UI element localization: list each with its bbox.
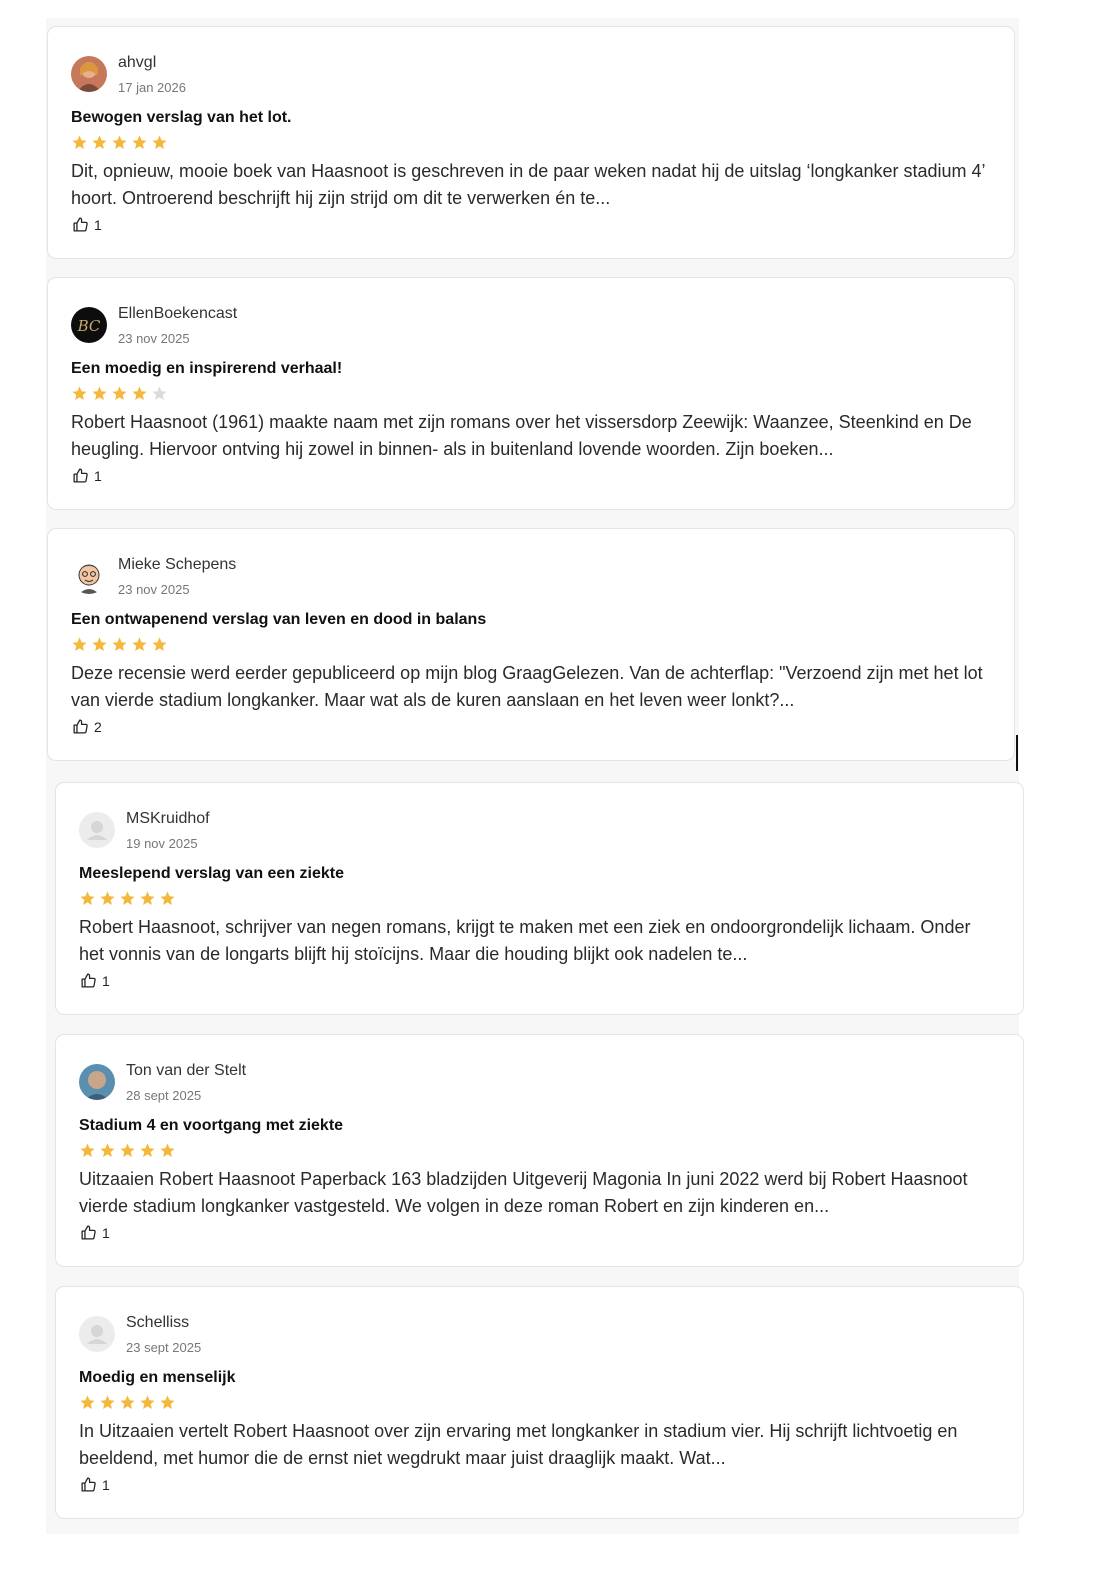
star-filled-icon [160, 891, 175, 906]
thumbs-up-icon [81, 1225, 96, 1240]
like-count: 1 [102, 972, 110, 989]
star-filled-icon [92, 386, 107, 401]
star-filled-icon [140, 1143, 155, 1158]
thumbs-up-icon [81, 1477, 96, 1492]
star-filled-icon [140, 1395, 155, 1410]
review-card: BC EllenBoekencast 23 nov 2025 Een moedi… [47, 277, 1015, 510]
star-filled-icon [160, 1143, 175, 1158]
review-title[interactable]: Moedig en menselijk [79, 1369, 235, 1387]
star-filled-icon [112, 386, 127, 401]
star-filled-icon [72, 637, 87, 652]
star-rating [71, 385, 168, 402]
star-filled-icon [152, 637, 167, 652]
user-photo-icon[interactable] [79, 1064, 115, 1100]
star-filled-icon [132, 637, 147, 652]
star-filled-icon [100, 891, 115, 906]
like-button[interactable]: 2 [72, 718, 102, 735]
review-title[interactable]: Een moedig en inspirerend verhaal! [71, 360, 342, 378]
text-cursor [1016, 735, 1018, 771]
star-filled-icon [92, 637, 107, 652]
review-date: 28 sept 2025 [126, 1088, 202, 1103]
review-card: Schelliss 23 sept 2025 Moedig en menseli… [55, 1286, 1024, 1519]
cartoon-avatar-icon[interactable] [71, 558, 107, 594]
star-filled-icon [112, 637, 127, 652]
star-rating [71, 134, 168, 151]
review-title[interactable]: Meeslepend verslag van een ziekte [79, 865, 344, 883]
like-count: 1 [94, 216, 102, 233]
like-button[interactable]: 1 [80, 972, 110, 989]
star-filled-icon [100, 1395, 115, 1410]
like-count: 1 [102, 1476, 110, 1493]
review-body: Dit, opnieuw, mooie boek van Haasnoot is… [71, 161, 985, 208]
like-count: 1 [94, 467, 102, 484]
default-avatar-icon[interactable] [79, 812, 115, 848]
like-button[interactable]: 1 [72, 467, 102, 484]
star-filled-icon [120, 1143, 135, 1158]
review-author[interactable]: Ton van der Stelt [126, 1062, 246, 1080]
default-avatar-icon[interactable] [79, 1316, 115, 1352]
star-empty-icon [152, 386, 167, 401]
review-date: 23 nov 2025 [118, 331, 190, 346]
like-button[interactable]: 1 [80, 1476, 110, 1493]
star-filled-icon [140, 891, 155, 906]
star-filled-icon [160, 1395, 175, 1410]
star-filled-icon [120, 1395, 135, 1410]
review-title[interactable]: Een ontwapenend verslag van leven en doo… [71, 611, 486, 629]
review-author[interactable]: Mieke Schepens [118, 556, 236, 574]
star-filled-icon [72, 135, 87, 150]
review-card: Ton van der Stelt 28 sept 2025 Stadium 4… [55, 1034, 1024, 1267]
thumbs-up-icon [81, 973, 96, 988]
review-card: ahvgl 17 jan 2026 Bewogen verslag van he… [47, 26, 1015, 259]
review-body: Robert Haasnoot, schrijver van negen rom… [79, 917, 971, 964]
user-photo-icon[interactable] [71, 56, 107, 92]
svg-text:BC: BC [77, 317, 101, 335]
bc-logo-icon[interactable]: BC [71, 307, 107, 343]
thumbs-up-icon [73, 468, 88, 483]
review-card: Mieke Schepens 23 nov 2025 Een ontwapene… [47, 528, 1015, 761]
star-filled-icon [112, 135, 127, 150]
star-rating [79, 1394, 176, 1411]
review-body: Uitzaaien Robert Haasnoot Paperback 163 … [79, 1169, 968, 1216]
review-date: 23 sept 2025 [126, 1340, 202, 1355]
review-body: In Uitzaaien vertelt Robert Haasnoot ove… [79, 1421, 958, 1468]
star-rating [79, 1142, 176, 1159]
star-filled-icon [72, 386, 87, 401]
star-filled-icon [80, 1143, 95, 1158]
star-filled-icon [80, 1395, 95, 1410]
star-filled-icon [152, 135, 167, 150]
review-title[interactable]: Bewogen verslag van het lot. [71, 109, 292, 127]
star-filled-icon [92, 135, 107, 150]
review-card: MSKruidhof 19 nov 2025 Meeslepend versla… [55, 782, 1024, 1015]
review-body: Robert Haasnoot (1961) maakte naam met z… [71, 412, 972, 459]
star-filled-icon [120, 891, 135, 906]
star-rating [71, 636, 168, 653]
review-date: 23 nov 2025 [118, 582, 190, 597]
star-filled-icon [80, 891, 95, 906]
review-author[interactable]: EllenBoekencast [118, 305, 237, 323]
star-rating [79, 890, 176, 907]
thumbs-up-icon [73, 719, 88, 734]
like-count: 1 [102, 1224, 110, 1241]
review-author[interactable]: ahvgl [118, 54, 156, 72]
review-author[interactable]: Schelliss [126, 1314, 189, 1332]
star-filled-icon [132, 386, 147, 401]
review-date: 17 jan 2026 [118, 80, 186, 95]
thumbs-up-icon [73, 217, 88, 232]
like-button[interactable]: 1 [72, 216, 102, 233]
star-filled-icon [132, 135, 147, 150]
like-count: 2 [94, 718, 102, 735]
review-author[interactable]: MSKruidhof [126, 810, 210, 828]
like-button[interactable]: 1 [80, 1224, 110, 1241]
review-body: Deze recensie werd eerder gepubliceerd o… [71, 663, 983, 710]
star-filled-icon [100, 1143, 115, 1158]
review-date: 19 nov 2025 [126, 836, 198, 851]
review-title[interactable]: Stadium 4 en voortgang met ziekte [79, 1117, 343, 1135]
